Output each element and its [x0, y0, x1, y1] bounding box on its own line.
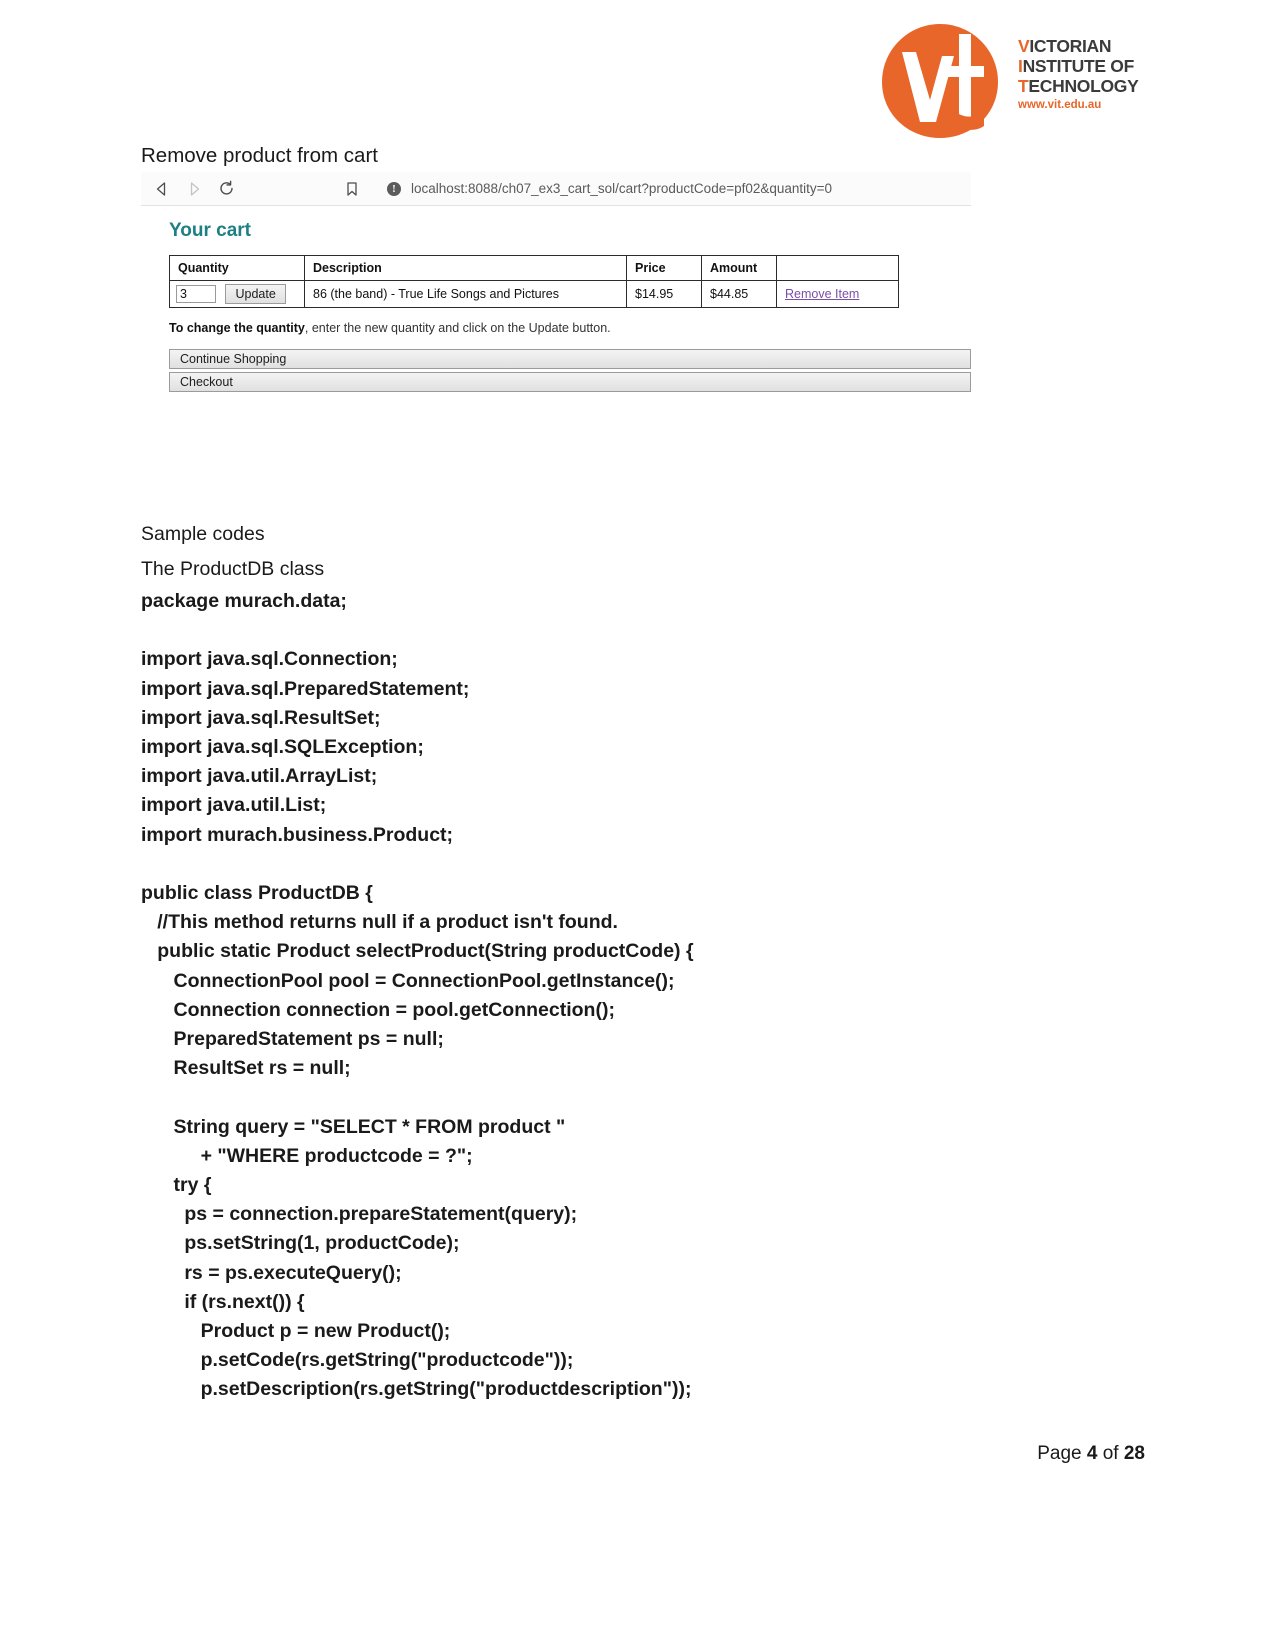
cart-heading: Your cart — [169, 220, 252, 241]
cart-table-header-row: Quantity Description Price Amount — [169, 255, 899, 281]
address-bar-url: localhost:8088/ch07_ex3_cart_sol/cart?pr… — [411, 181, 833, 196]
column-header-description: Description — [304, 255, 627, 281]
code-line: //This method returns null if a product … — [141, 911, 618, 934]
code-line: public static Product selectProduct(Stri… — [141, 940, 694, 963]
logo-line-2: INSTITUTE OF — [1018, 56, 1148, 76]
logo-line-1: VICTORIAN — [1018, 36, 1148, 56]
quantity-hint-text: To change the quantity, enter the new qu… — [169, 321, 971, 335]
code-line: Connection connection = pool.getConnecti… — [141, 998, 615, 1021]
checkout-button[interactable]: Checkout — [169, 372, 971, 392]
code-line: ConnectionPool pool = ConnectionPool.get… — [141, 969, 675, 992]
code-line: try { — [141, 1174, 212, 1196]
code-line: + "WHERE productcode = ?"; — [141, 1144, 473, 1167]
address-bar[interactable]: ! localhost:8088/ch07_ex3_cart_sol/cart?… — [387, 181, 971, 196]
code-line: p.setDescription(rs.getString("productde… — [141, 1378, 692, 1401]
logo-website-url: www.vit.edu.au — [1018, 99, 1102, 111]
vit-logo-mark-icon — [880, 22, 1000, 140]
cart-page-body: Your cart Quantity Description Price Amo… — [141, 206, 971, 392]
logo-line-3: TECHNOLOGY — [1018, 76, 1148, 96]
code-line: PreparedStatement ps = null; — [141, 1028, 444, 1050]
logo-line-3-initial: T — [1018, 76, 1029, 96]
code-line: if (rs.next()) { — [141, 1290, 305, 1313]
sample-codes-label: Sample codes — [141, 523, 265, 545]
footer-prefix: Page — [1037, 1443, 1087, 1464]
remove-item-link[interactable]: Remove Item — [785, 287, 859, 301]
code-line: package murach.data; — [141, 590, 347, 612]
bookmark-icon[interactable] — [341, 178, 363, 200]
code-line: ResultSet rs = null; — [141, 1057, 351, 1080]
code-line: Product p = new Product(); — [141, 1320, 451, 1342]
code-line: ps.setString(1, productCode); — [141, 1232, 460, 1255]
logo-line-2-rest: NSTITUTE OF — [1022, 56, 1135, 76]
code-line: import murach.business.Product; — [141, 823, 454, 846]
code-line: import java.util.ArrayList; — [141, 765, 378, 788]
logo-line-1-initial: V — [1018, 36, 1030, 56]
logo-line-1-rest: ICTORIAN — [1029, 36, 1112, 56]
forward-arrow-icon[interactable] — [183, 178, 205, 200]
cart-amount-cell: $44.85 — [701, 280, 777, 308]
info-icon[interactable]: ! — [387, 181, 401, 196]
continue-shopping-button[interactable]: Continue Shopping — [169, 349, 971, 369]
vit-logo-text: VICTORIAN INSTITUTE OF TECHNOLOGY www.vi… — [1018, 36, 1148, 111]
code-line: rs = ps.executeQuery(); — [141, 1261, 402, 1284]
code-line: String query = "SELECT * FROM product " — [141, 1115, 566, 1138]
table-row: Update 86 (the band) - True Life Songs a… — [169, 280, 899, 308]
page-footer: Page 4 of 28 — [1037, 1443, 1145, 1465]
footer-middle: of — [1097, 1443, 1124, 1464]
code-line: public class ProductDB { — [141, 882, 373, 904]
browser-screenshot: ! localhost:8088/ch07_ex3_cart_sol/cart?… — [141, 172, 971, 412]
column-header-amount: Amount — [701, 255, 777, 281]
quantity-input[interactable] — [176, 285, 216, 303]
cart-price-cell: $14.95 — [626, 280, 702, 308]
column-header-price: Price — [626, 255, 702, 281]
vit-logo: VICTORIAN INSTITUTE OF TECHNOLOGY www.vi… — [880, 22, 1148, 140]
reload-icon[interactable] — [215, 178, 237, 200]
back-arrow-icon[interactable] — [151, 178, 173, 200]
code-line: import java.sql.ResultSet; — [141, 706, 381, 729]
quantity-hint-bold: To change the quantity — [169, 321, 305, 335]
cart-remove-cell: Remove Item — [776, 280, 899, 308]
logo-line-3-rest: ECHNOLOGY — [1028, 76, 1139, 96]
code-line: import java.sql.SQLException; — [141, 736, 424, 758]
cart-table: Quantity Description Price Amount Update… — [169, 255, 899, 308]
code-line: import java.util.List; — [141, 794, 327, 817]
code-line: ps = connection.prepareStatement(query); — [141, 1203, 578, 1226]
page-title: Remove product from cart — [141, 144, 378, 167]
update-button[interactable]: Update — [225, 284, 286, 304]
footer-total-pages: 28 — [1123, 1443, 1145, 1464]
column-header-actions — [776, 255, 899, 281]
footer-current-page: 4 — [1086, 1443, 1098, 1464]
cart-quantity-cell: Update — [169, 280, 305, 308]
cart-description-cell: 86 (the band) - True Life Songs and Pict… — [304, 280, 627, 308]
quantity-hint-rest: , enter the new quantity and click on th… — [304, 321, 611, 335]
code-line: p.setCode(rs.getString("productcode")); — [141, 1349, 574, 1372]
column-header-quantity: Quantity — [169, 255, 305, 281]
document-page: VICTORIAN INSTITUTE OF TECHNOLOGY www.vi… — [0, 0, 1275, 1651]
browser-toolbar: ! localhost:8088/ch07_ex3_cart_sol/cart?… — [141, 172, 971, 206]
code-line: import java.sql.PreparedStatement; — [141, 677, 470, 700]
productdb-class-caption: The ProductDB class — [141, 558, 325, 580]
cart-action-buttons: Continue Shopping Checkout — [169, 349, 971, 392]
code-line: import java.sql.Connection; — [141, 648, 398, 671]
